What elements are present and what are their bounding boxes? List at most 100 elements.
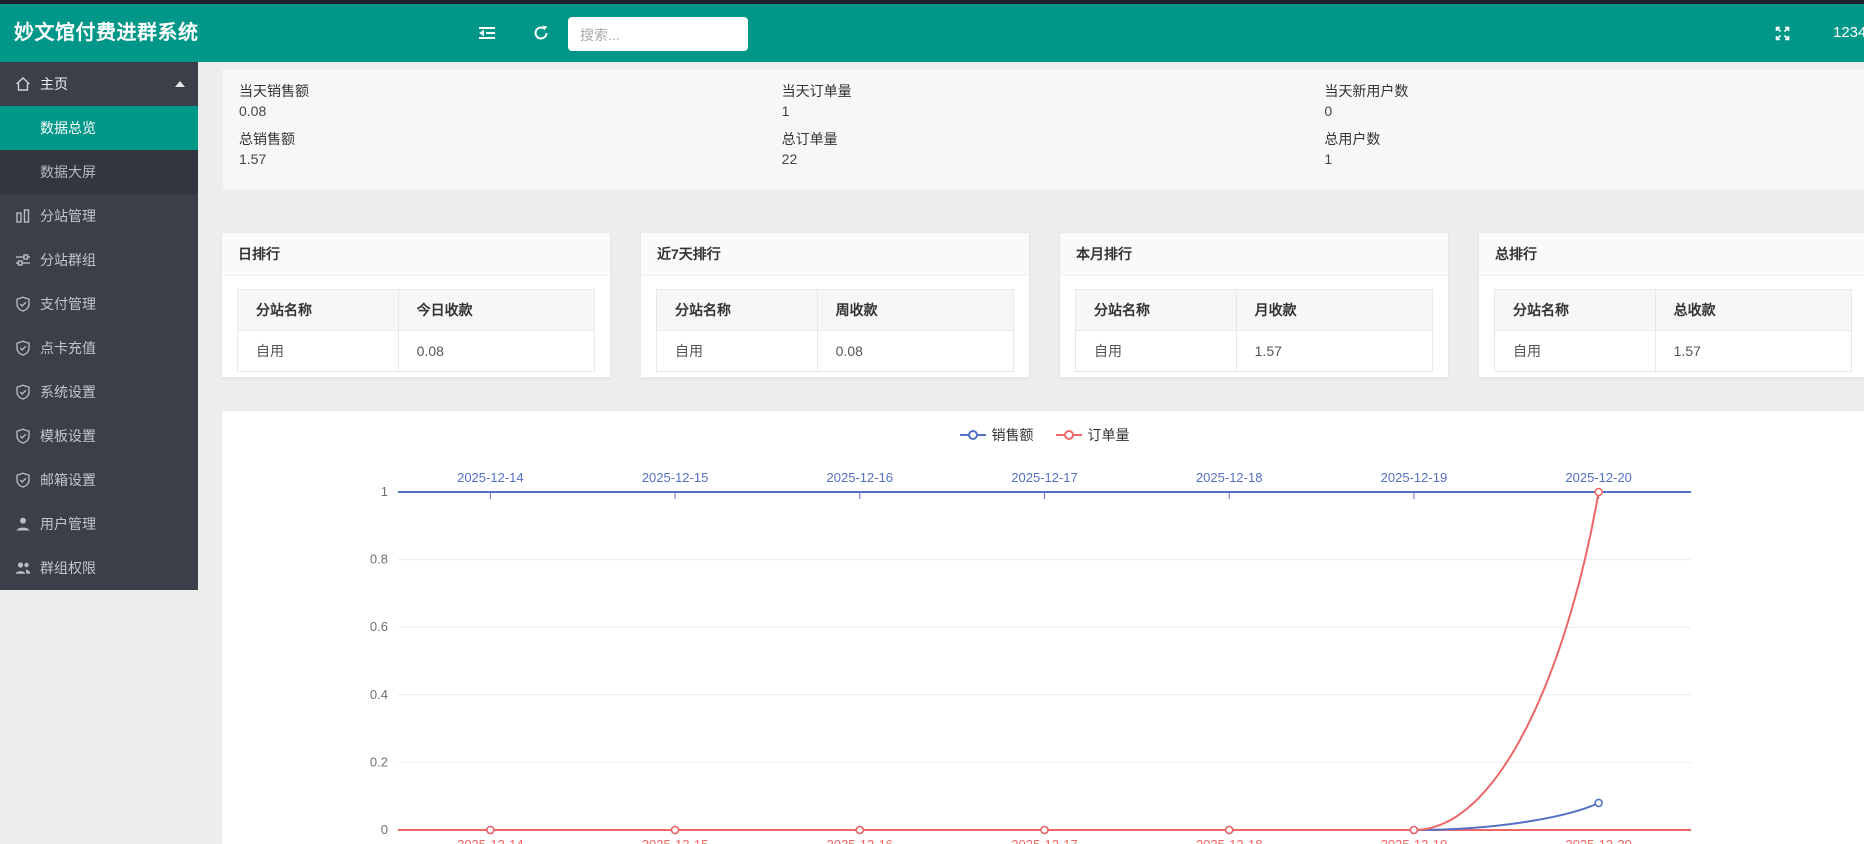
rank-card-daily: 日排行 分站名称 今日收款 自用 0.08 bbox=[221, 232, 611, 378]
sidebar-item-template-settings[interactable]: 模板设置 bbox=[0, 414, 198, 458]
sidebar-item-data-overview[interactable]: 数据总览 bbox=[0, 106, 198, 150]
svg-text:2025-12-17: 2025-12-17 bbox=[1011, 470, 1078, 485]
sidebar-item-label: 点卡充值 bbox=[40, 340, 96, 356]
sidebar-item-user-manage[interactable]: 用户管理 bbox=[0, 502, 198, 546]
table-row: 自用 0.08 bbox=[657, 331, 1014, 372]
table-header-row: 分站名称 今日收款 bbox=[238, 290, 595, 331]
sidebar-item-label: 数据大屏 bbox=[40, 164, 96, 180]
rank-table: 分站名称 月收款 自用 1.57 bbox=[1075, 289, 1433, 372]
app-title: 妙文馆付费进群系统 bbox=[14, 4, 199, 62]
sidebar-item-mail-settings[interactable]: 邮箱设置 bbox=[0, 458, 198, 502]
top-navbar: 妙文馆付费进群系统 12345 bbox=[0, 4, 1864, 62]
cell-site-name: 自用 bbox=[657, 331, 818, 372]
cell-amount: 1.57 bbox=[1655, 331, 1851, 372]
column-header: 分站名称 bbox=[657, 290, 818, 331]
cell-amount: 0.08 bbox=[817, 331, 1013, 372]
column-header: 总收款 bbox=[1655, 290, 1851, 331]
svg-text:2025-12-14: 2025-12-14 bbox=[457, 837, 524, 844]
svg-text:2025-12-19: 2025-12-19 bbox=[1381, 837, 1448, 844]
stat-value: 1 bbox=[1324, 149, 1864, 169]
line-chart: 00.20.40.60.812025-12-142025-12-142025-1… bbox=[222, 411, 1864, 844]
cell-site-name: 自用 bbox=[238, 331, 399, 372]
column-header: 月收款 bbox=[1236, 290, 1432, 331]
sidebar-item-data-screen[interactable]: 数据大屏 bbox=[0, 150, 198, 194]
stat-label: 当天订单量 bbox=[782, 81, 1325, 101]
svg-text:2025-12-19: 2025-12-19 bbox=[1381, 470, 1448, 485]
svg-text:2025-12-20: 2025-12-20 bbox=[1565, 837, 1632, 844]
sidebar-item-label: 数据总览 bbox=[40, 120, 96, 136]
stat-value: 1 bbox=[782, 101, 1325, 121]
sidebar-item-label: 模板设置 bbox=[40, 428, 96, 444]
search-input[interactable] bbox=[578, 18, 742, 52]
cell-amount: 0.08 bbox=[398, 331, 594, 372]
sidebar-item-label: 系统设置 bbox=[40, 384, 96, 400]
rank-card-title: 本月排行 bbox=[1060, 233, 1448, 276]
shield-check-icon bbox=[15, 296, 31, 312]
rank-card-month: 本月排行 分站名称 月收款 自用 1.57 bbox=[1059, 232, 1449, 378]
search-box bbox=[568, 17, 748, 51]
sidebar-item-label: 邮箱设置 bbox=[40, 472, 96, 488]
user-icon bbox=[15, 516, 31, 532]
column-header: 分站名称 bbox=[1076, 290, 1237, 331]
rank-card-title: 日排行 bbox=[222, 233, 610, 276]
svg-text:0.4: 0.4 bbox=[370, 687, 388, 702]
stats-col-users: 当天新用户数 0 总用户数 1 bbox=[1324, 79, 1864, 189]
stat-value: 0 bbox=[1324, 101, 1864, 121]
svg-text:2025-12-14: 2025-12-14 bbox=[457, 470, 524, 485]
username-menu[interactable]: 12345 bbox=[1833, 4, 1864, 62]
sidebar-item-substation-manage[interactable]: 分站管理 bbox=[0, 194, 198, 238]
sidebar-item-group-permissions[interactable]: 群组权限 bbox=[0, 546, 198, 590]
table-row: 自用 1.57 bbox=[1495, 331, 1852, 372]
stat-label: 总订单量 bbox=[782, 129, 1325, 149]
rank-card-title: 近7天排行 bbox=[641, 233, 1029, 276]
svg-text:2025-12-17: 2025-12-17 bbox=[1011, 837, 1078, 844]
stat-value: 0.08 bbox=[239, 101, 782, 121]
sidebar-item-label: 支付管理 bbox=[40, 296, 96, 312]
cell-site-name: 自用 bbox=[1076, 331, 1237, 372]
refresh-icon[interactable] bbox=[532, 24, 550, 42]
table-row: 自用 1.57 bbox=[1076, 331, 1433, 372]
cell-site-name: 自用 bbox=[1495, 331, 1656, 372]
sidebar-nav: 主页 数据总览 数据大屏 分站管理 分站群组 bbox=[0, 62, 198, 590]
column-header: 周收款 bbox=[817, 290, 1013, 331]
shield-check-icon bbox=[15, 384, 31, 400]
stat-label: 总销售额 bbox=[239, 129, 782, 149]
fullscreen-icon[interactable] bbox=[1774, 25, 1791, 42]
rank-card-total: 总排行 分站名称 总收款 自用 1.57 bbox=[1478, 232, 1864, 378]
svg-text:1: 1 bbox=[381, 484, 388, 499]
sidebar-item-label: 分站管理 bbox=[40, 208, 96, 224]
svg-text:0.2: 0.2 bbox=[370, 754, 388, 769]
svg-text:2025-12-18: 2025-12-18 bbox=[1196, 837, 1263, 844]
stat-label: 当天销售额 bbox=[239, 81, 782, 101]
stat-value: 1.57 bbox=[239, 149, 782, 169]
table-header-row: 分站名称 周收款 bbox=[657, 290, 1014, 331]
stat-label: 当天新用户数 bbox=[1324, 81, 1864, 101]
columns-icon bbox=[15, 208, 31, 224]
column-header: 分站名称 bbox=[238, 290, 399, 331]
stats-col-orders: 当天订单量 1 总订单量 22 bbox=[782, 79, 1325, 189]
svg-text:2025-12-20: 2025-12-20 bbox=[1565, 470, 1632, 485]
column-header: 今日收款 bbox=[398, 290, 594, 331]
table-header-row: 分站名称 总收款 bbox=[1495, 290, 1852, 331]
shield-check-icon bbox=[15, 340, 31, 356]
sidebar-collapse-icon[interactable] bbox=[478, 24, 496, 42]
table-header-row: 分站名称 月收款 bbox=[1076, 290, 1433, 331]
svg-text:2025-12-15: 2025-12-15 bbox=[642, 470, 709, 485]
cell-amount: 1.57 bbox=[1236, 331, 1432, 372]
svg-text:0: 0 bbox=[381, 822, 388, 837]
sidebar-item-card-recharge[interactable]: 点卡充值 bbox=[0, 326, 198, 370]
table-row: 自用 0.08 bbox=[238, 331, 595, 372]
sidebar-item-substation-groups[interactable]: 分站群组 bbox=[0, 238, 198, 282]
rank-table: 分站名称 今日收款 自用 0.08 bbox=[237, 289, 595, 372]
rank-card-week: 近7天排行 分站名称 周收款 自用 0.08 bbox=[640, 232, 1030, 378]
sidebar-item-system-settings[interactable]: 系统设置 bbox=[0, 370, 198, 414]
svg-text:2025-12-16: 2025-12-16 bbox=[827, 837, 894, 844]
stats-col-sales: 当天销售额 0.08 总销售额 1.57 bbox=[239, 79, 782, 189]
sidebar-item-payment-manage[interactable]: 支付管理 bbox=[0, 282, 198, 326]
svg-text:2025-12-16: 2025-12-16 bbox=[827, 470, 894, 485]
rank-card-title: 总排行 bbox=[1479, 233, 1864, 276]
svg-text:2025-12-18: 2025-12-18 bbox=[1196, 470, 1263, 485]
sidebar-item-label: 用户管理 bbox=[40, 516, 96, 532]
sidebar-item-home[interactable]: 主页 bbox=[0, 62, 198, 106]
chevron-up-icon bbox=[175, 81, 185, 87]
